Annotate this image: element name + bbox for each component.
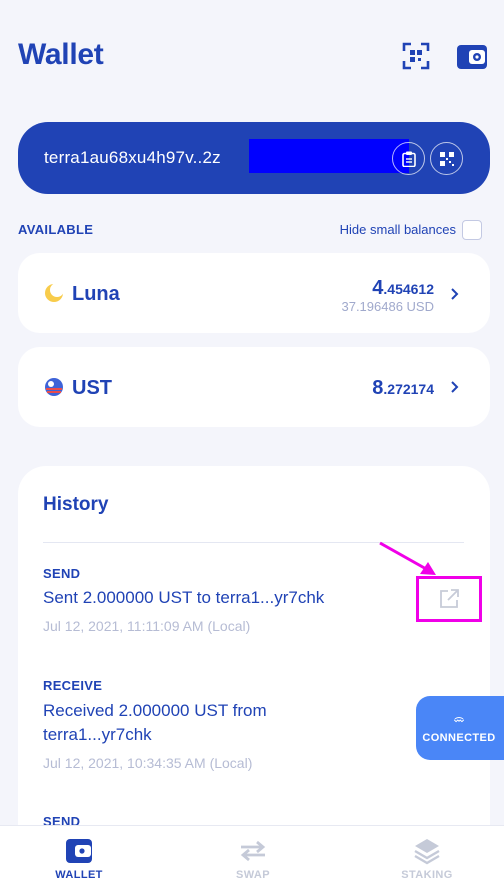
tab-swap[interactable]: SWAP [193,826,313,887]
asset-amount-dec: .454612 [383,281,434,297]
chevron-right-icon [451,381,459,393]
walletconnect-icon [454,716,464,722]
hide-small-balances-label[interactable]: Hide small balances [340,222,456,237]
external-link-icon [440,589,459,608]
swap-icon [240,840,266,862]
tab-staking[interactable]: STAKING [367,826,487,887]
tab-label: SWAP [236,869,270,881]
hide-small-balances-checkbox[interactable] [462,220,482,240]
address-card: terra1au68xu4h97v..2z [18,122,490,194]
tx-date: Jul 12, 2021, 10:34:35 AM (Local) [43,755,253,771]
asset-name: UST [72,377,112,399]
asset-amount-int: 8 [372,377,384,399]
copy-address-button[interactable] [392,142,425,175]
bottom-tab-bar: WALLET SWAP STAKING [0,825,504,887]
tx-date: Jul 12, 2021, 11:11:09 AM (Local) [43,618,251,634]
annotation-arrow [379,541,436,575]
wallet-settings-icon[interactable] [456,40,488,72]
asset-row-ust[interactable]: UST 8.272174 [18,347,490,427]
tx-message: Sent 2.000000 UST to terra1...yr7chk [43,588,325,607]
staking-layers-icon [414,839,440,865]
asset-name: Luna [72,283,120,305]
clipboard-icon [401,151,416,167]
tab-label: STAKING [401,869,453,881]
page-title: Wallet [18,38,104,71]
show-qr-button[interactable] [430,142,463,175]
ust-token-icon [45,378,63,396]
asset-usd-value: 37.196486 USD [341,299,434,314]
asset-amount: 8.272174 [372,377,434,400]
connected-button[interactable]: CONNECTED [416,696,504,760]
history-title: History [43,494,109,515]
tab-label: WALLET [55,869,103,881]
tx-type: SEND [43,566,81,581]
tx-message: Received 2.000000 UST from terra1...yr7c… [43,701,267,744]
connected-label: CONNECTED [422,731,496,744]
asset-amount-dec: .272174 [383,381,434,397]
history-card: History SEND Sent 2.000000 UST to terra1… [18,466,490,866]
available-label: AVAILABLE [18,222,94,237]
qr-code-icon [439,151,454,166]
asset-row-luna[interactable]: Luna 4.454612 37.196486 USD [18,253,490,333]
qr-scan-icon[interactable] [400,40,432,72]
asset-amount: 4.454612 [372,277,434,300]
external-link-button[interactable] [416,576,482,622]
tx-type: RECEIVE [43,678,103,693]
chevron-right-icon [451,288,459,300]
asset-amount-int: 4 [372,277,384,299]
wallet-tab-icon [66,839,92,863]
header: Wallet [0,0,504,110]
tab-wallet[interactable]: WALLET [19,826,139,887]
wallet-address[interactable]: terra1au68xu4h97v..2z [44,148,221,168]
luna-token-icon [45,283,64,302]
redaction-block [249,139,409,173]
